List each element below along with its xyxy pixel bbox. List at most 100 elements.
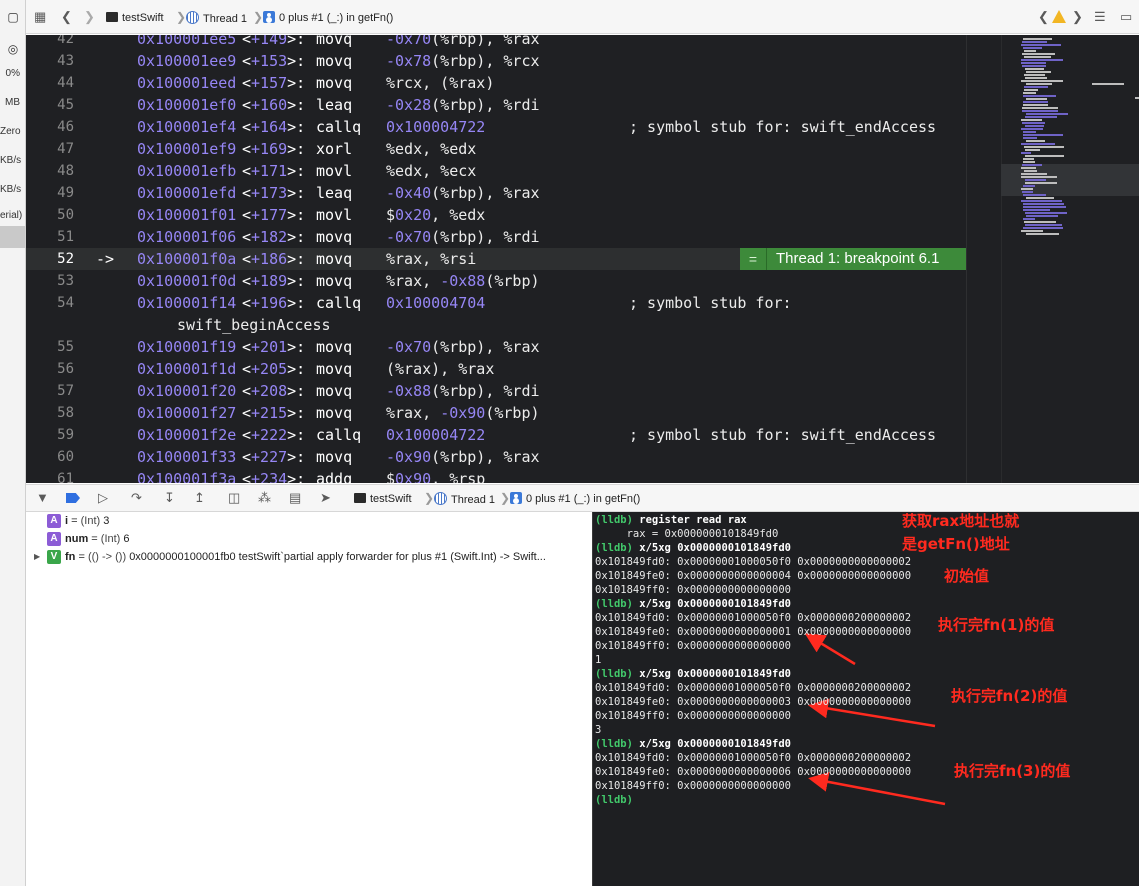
- instruction-operands: -0x88(%rbp), %rdi: [386, 380, 540, 402]
- minimap-line: [1021, 44, 1061, 46]
- operand-text: (%rbp), %rdi: [431, 382, 540, 400]
- operand-number: 0x100004722: [386, 118, 486, 136]
- variable-type: (Int): [100, 533, 121, 545]
- variable-row[interactable]: Anum = (Int) 6: [26, 530, 592, 548]
- code-line[interactable]: 49 0x100001efd <+173>: leaq -0x40(%rbp), %ra…: [26, 182, 966, 204]
- instruction-operands: 0x100004722: [386, 424, 485, 446]
- arrow-fn1: [804, 633, 856, 666]
- breadcrumb-separator-icon: ❯: [176, 10, 187, 24]
- variable-row[interactable]: Ai = (Int) 3: [26, 512, 592, 530]
- instruction-operands: %rax, -0x88(%rbp): [386, 270, 540, 292]
- line-number: 43: [57, 53, 74, 69]
- instruction-address: 0x100001ef0: [137, 96, 237, 114]
- minimap-line: [1026, 140, 1045, 142]
- breakpoints-toggle-icon[interactable]: [66, 493, 80, 503]
- add-editor-icon[interactable]: ▭: [1120, 10, 1132, 24]
- memory-graph-icon[interactable]: ⁂: [258, 491, 271, 505]
- gauge-icon[interactable]: ◎: [0, 42, 25, 56]
- code-line[interactable]: 53 0x100001f0d <+189>: movq %rax, -0x88(%rbp…: [26, 270, 966, 292]
- environment-overrides-icon[interactable]: ▤: [289, 491, 301, 505]
- previous-issue-icon[interactable]: ❮: [1038, 10, 1049, 24]
- offset-value: +157: [251, 74, 288, 92]
- code-line[interactable]: 51 0x100001f06 <+182>: movq -0x70(%rbp), %rd…: [26, 226, 966, 248]
- instruction-offset: <+227>:: [242, 448, 306, 466]
- minimap-line: [1023, 95, 1056, 97]
- back-chevron-icon[interactable]: ❮: [61, 10, 72, 24]
- breadcrumb-frame[interactable]: 0 plus #1 (_:) in getFn(): [263, 11, 393, 25]
- operand-text: (%rbp), %rdi: [431, 96, 540, 114]
- forward-chevron-icon[interactable]: ❯: [84, 10, 95, 24]
- minimap-line: [1023, 47, 1042, 49]
- instruction-operands: %rax, %rsi: [386, 248, 476, 270]
- code-line[interactable]: 45 0x100001ef0 <+160>: leaq -0x28(%rbp), %rd…: [26, 94, 966, 116]
- breadcrumb-project[interactable]: testSwift: [106, 11, 164, 25]
- breadcrumb-thread[interactable]: Thread 1: [186, 11, 247, 26]
- code-line[interactable]: 57 0x100001f20 <+208>: movq -0x88(%rbp), %rd…: [26, 380, 966, 402]
- step-over-icon[interactable]: ↷: [131, 491, 142, 505]
- instruction-mnemonic: movq: [316, 338, 353, 356]
- code-line[interactable]: 46 0x100001ef4 <+164>: callq 0x100004722 ; sy…: [26, 116, 966, 138]
- variables-view[interactable]: Ai = (Int) 3 Anum = (Int) 6 ▶ Vfn = (() -> …: [26, 512, 592, 886]
- minimap-line: [1023, 38, 1052, 40]
- minimap-line: [1026, 98, 1047, 100]
- warning-icon[interactable]: [1052, 10, 1066, 23]
- arrow-fn3: [808, 771, 946, 806]
- continue-icon[interactable]: ▷: [98, 491, 108, 505]
- code-line[interactable]: 61 0x100001f3a <+234>: addq $0x90, %rsp: [26, 468, 966, 483]
- editor-options-icon[interactable]: ☰: [1094, 10, 1106, 24]
- console-command-text: x/5xg 0x0000000101849fd0: [632, 598, 791, 610]
- step-into-icon[interactable]: ↧: [164, 491, 175, 505]
- instruction-address: 0x100001efb: [137, 162, 237, 180]
- variable-kind-badge: A: [47, 532, 61, 546]
- code-line[interactable]: 48 0x100001efb <+171>: movl %edx, %ecx: [26, 160, 966, 182]
- selected-strip-row: [0, 226, 25, 248]
- minimap-line: [1024, 146, 1064, 148]
- view-hierarchy-icon[interactable]: ◫: [228, 491, 240, 505]
- debug-breadcrumb-frame[interactable]: 0 plus #1 (_:) in getFn(): [510, 492, 640, 506]
- code-line[interactable]: 54 0x100001f14 <+196>: callq 0x100004704 ; sy…: [26, 292, 966, 314]
- code-line[interactable]: 50 0x100001f01 <+177>: movl $0x20, %edx: [26, 204, 966, 226]
- annotation-rax-address-line1: 获取rax地址也就: [902, 512, 1020, 530]
- instruction-mnemonic: movq: [316, 228, 353, 246]
- minimap[interactable]: [966, 35, 1139, 483]
- minimap-line: [1021, 59, 1063, 61]
- simulate-location-icon[interactable]: ➤: [320, 491, 331, 505]
- code-line[interactable]: 43 0x100001ee9 <+153>: movq -0x78(%rbp), %rc…: [26, 50, 966, 72]
- chat-icon[interactable]: ▢: [0, 10, 25, 24]
- instruction-address: 0x100001ef4: [137, 118, 237, 136]
- console-output-line: 0x101849ff0: 0x0000000000000000: [595, 584, 791, 596]
- code-line[interactable]: 56 0x100001f1d <+205>: movq (%rax), %rax: [26, 358, 966, 380]
- code-line[interactable]: 55 0x100001f19 <+201>: movq -0x70(%rbp), %ra…: [26, 336, 966, 358]
- line-number: 44: [57, 75, 74, 91]
- code-line[interactable]: 59 0x100001f2e <+222>: callq 0x100004722 ; sy…: [26, 424, 966, 446]
- code-line[interactable]: 58 0x100001f27 <+215>: movq %rax, -0x90(%rbp…: [26, 402, 966, 424]
- minimap-line: [1022, 110, 1058, 112]
- disclosure-triangle-icon[interactable]: ▶: [34, 548, 40, 566]
- cpu-percent: 0%: [5, 68, 20, 79]
- code-line[interactable]: 44 0x100001eed <+157>: movq %rcx, (%rax): [26, 72, 966, 94]
- instruction-mnemonic: movq: [316, 272, 353, 290]
- minimap-line: [1021, 143, 1055, 145]
- variable-name: i: [65, 515, 69, 527]
- minimap-divider: [1001, 35, 1002, 483]
- variable-name: num: [65, 533, 89, 545]
- variable-row[interactable]: ▶ Vfn = (() -> ()) 0x0000000100001fb0 tes…: [26, 548, 592, 566]
- minimap-line: [1023, 194, 1046, 196]
- minimap-line: [1026, 83, 1052, 85]
- grid-icon[interactable]: ▦: [34, 10, 46, 24]
- console-command-text: register read rax: [632, 514, 747, 526]
- debug-breadcrumb-thread[interactable]: Thread 1: [434, 492, 495, 507]
- lldb-console[interactable]: (lldb) register read rax rax = 0x0000000…: [592, 512, 1139, 886]
- instruction-address: 0x100001f19: [137, 338, 237, 356]
- breakpoint-badge[interactable]: = Thread 1: breakpoint 6.1: [740, 248, 966, 270]
- step-out-icon[interactable]: ↥: [194, 491, 205, 505]
- code-line[interactable]: 42 0x100001ee5 <+149>: movq -0x70(%rbp), %ra…: [26, 35, 966, 50]
- console-output-line: 0x101849fe0: 0x0000000000000001 0x000000…: [595, 626, 912, 638]
- debug-breadcrumb-project[interactable]: testSwift: [354, 492, 412, 506]
- disassembly-editor[interactable]: 42 0x100001ee5 <+149>: movq -0x70(%rbp), %ra…: [26, 35, 966, 483]
- code-line[interactable]: 47 0x100001ef9 <+169>: xorl %edx, %edx: [26, 138, 966, 160]
- offset-value: +169: [251, 140, 288, 158]
- next-issue-icon[interactable]: ❯: [1072, 10, 1083, 24]
- hide-debug-area-icon[interactable]: ▼: [36, 491, 49, 505]
- code-line[interactable]: 60 0x100001f33 <+227>: movq -0x90(%rbp), %ra…: [26, 446, 966, 468]
